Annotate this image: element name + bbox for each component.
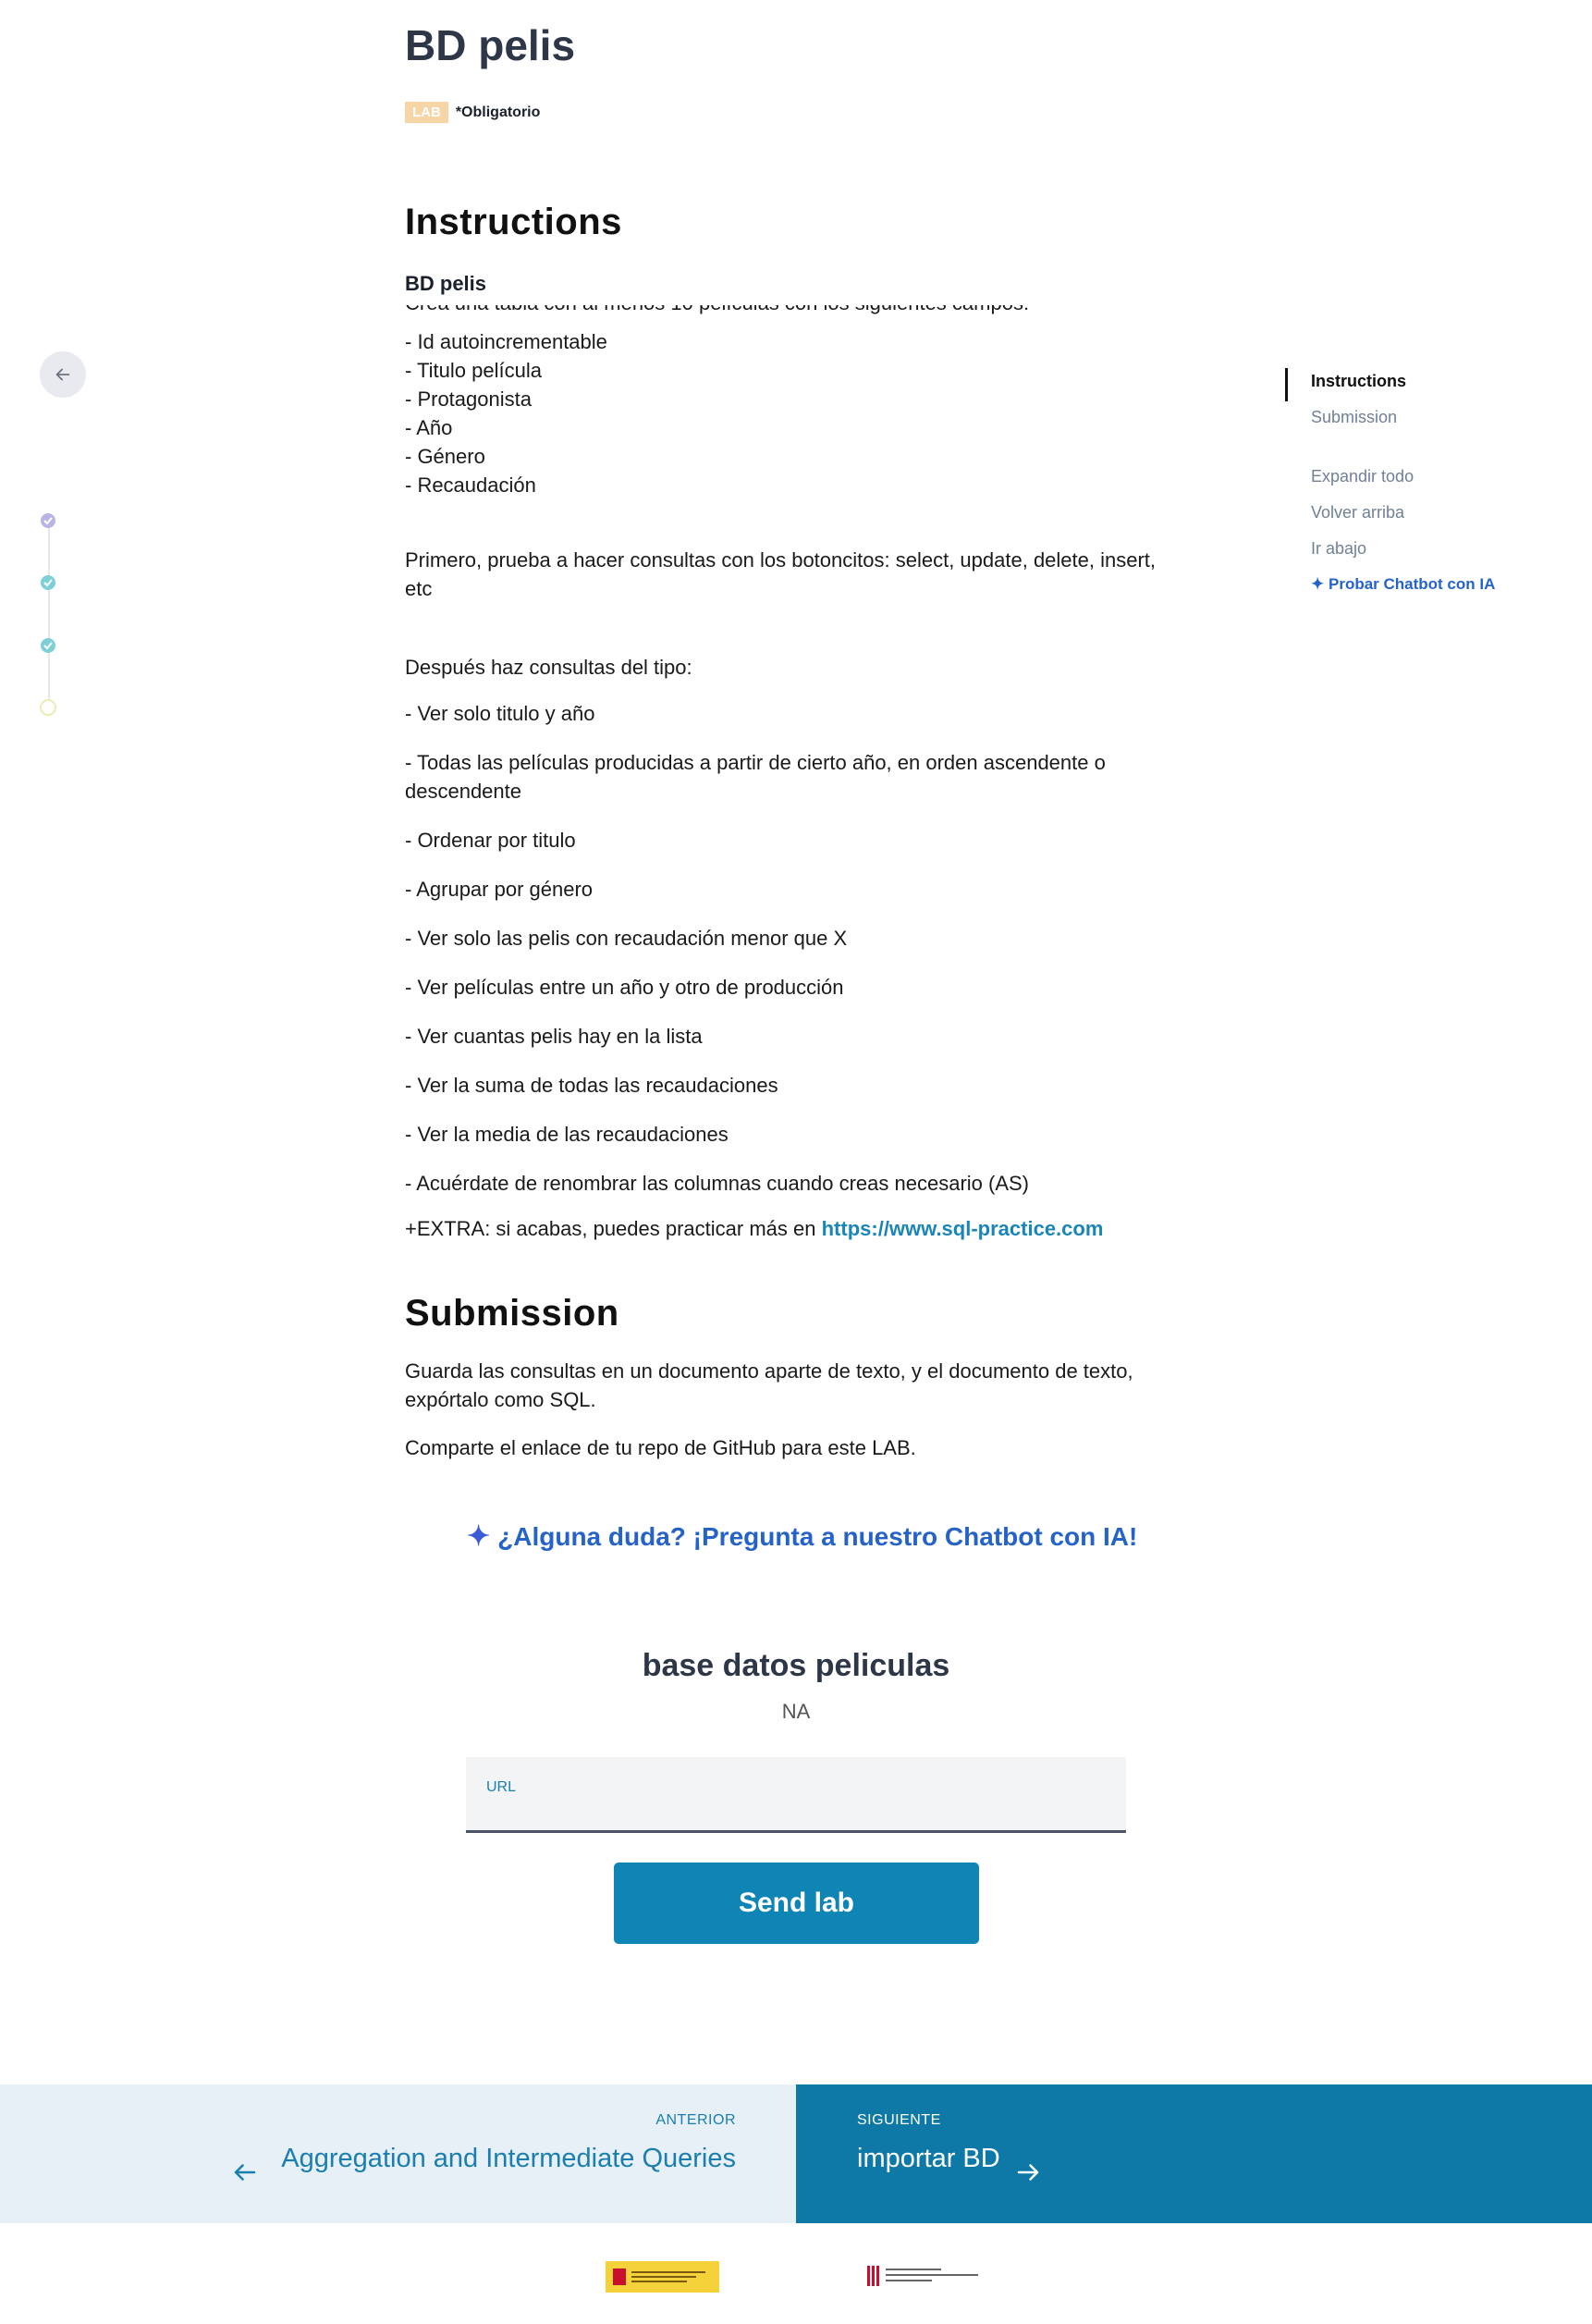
list-item: - Ver solo titulo y año <box>405 702 595 725</box>
submission-heading: Submission <box>405 1293 619 1334</box>
go-down-link[interactable]: Ir abajo <box>1311 539 1495 559</box>
project-value: NA <box>781 1700 811 1723</box>
project-title: base datos peliculas <box>642 1648 950 1683</box>
list-item: - Ordenar por titulo <box>405 829 576 852</box>
toc-active-indicator <box>1285 368 1288 401</box>
toc-item-submission[interactable]: Submission <box>1311 408 1406 427</box>
generalitat-logo <box>867 2262 997 2290</box>
list-item: - Id autoincrementable <box>405 330 607 353</box>
chatbot-cta-label: ¿Alguna duda? ¡Pregunta a nuestro Chatbo… <box>497 1521 1138 1551</box>
page-title: BD pelis <box>405 21 576 69</box>
arrow-left-icon <box>55 368 70 381</box>
table-of-contents: Instructions Submission <box>1311 372 1406 444</box>
expand-all-link[interactable]: Expandir todo <box>1311 467 1495 486</box>
sql-practice-link[interactable]: https://www.sql-practice.com <box>822 1217 1104 1240</box>
next-lesson-link[interactable]: SIGUIENTE importar BD <box>796 2084 1592 2223</box>
list-item: - Ver la media de las recaudaciones <box>405 1123 729 1146</box>
list-item: - Género <box>405 445 485 468</box>
submission-paragraph: Guarda las consultas en un documento apa… <box>405 1359 1133 1411</box>
list-item: - Año <box>405 416 453 439</box>
list-item: - Agrupar por género <box>405 878 594 901</box>
check-icon <box>41 638 55 653</box>
ministry-logo-graphic <box>606 2261 719 2293</box>
list-item: - Acuérdate de renombrar las columnas cu… <box>405 1172 1030 1195</box>
queries-list: - Ver solo titulo y año - Todas las pelí… <box>405 699 1172 1218</box>
send-lab-button[interactable]: Send lab <box>614 1863 979 1944</box>
sparkle-icon: ✦ <box>1311 575 1325 593</box>
fields-list: - Id autoincrementable - Titulo película… <box>405 327 607 499</box>
instructions-paragraph: Primero, prueba a hacer consultas con lo… <box>405 548 1157 600</box>
check-icon <box>41 513 55 528</box>
previous-lesson-link[interactable]: ANTERIOR Aggregation and Intermediate Qu… <box>0 2084 796 2223</box>
instructions-paragraph: Después haz consultas del tipo: <box>405 656 692 679</box>
extra-paragraph: +EXTRA: si acabas, puedes practicar más … <box>405 1214 1237 1243</box>
try-chatbot-label: Probar Chatbot con IA <box>1328 575 1496 593</box>
url-input[interactable] <box>486 1800 1100 1827</box>
back-to-top-link[interactable]: Volver arriba <box>1311 503 1495 523</box>
next-title: importar BD <box>857 2144 1000 2173</box>
arrow-left-icon <box>234 2164 256 2181</box>
list-item: - Titulo película <box>405 359 542 382</box>
badge-row: LAB *Obligatorio <box>405 102 540 123</box>
progress-step-pending[interactable] <box>40 699 56 716</box>
url-label: URL <box>486 1779 517 1795</box>
arrow-right-icon <box>1017 2164 1039 2181</box>
progress-step-complete[interactable] <box>40 637 56 654</box>
list-item: - Recaudación <box>405 473 536 497</box>
required-label: *Obligatorio <box>455 104 541 120</box>
list-item: - Todas las películas producidas a parti… <box>405 751 1106 803</box>
instructions-heading: Instructions <box>405 202 622 242</box>
instructions-subtitle: BD pelis <box>405 272 487 295</box>
list-item: - Ver solo las pelis con recaudación men… <box>405 927 848 950</box>
toc-actions: Expandir todo Volver arriba Ir abajo ✦ P… <box>1311 467 1495 610</box>
toc-item-instructions[interactable]: Instructions <box>1311 372 1406 391</box>
url-field[interactable]: URL <box>466 1757 1126 1833</box>
generalitat-logo-graphic <box>867 2266 978 2286</box>
list-item: - Ver películas entre un año y otro de p… <box>405 976 844 999</box>
ministry-logo <box>606 2261 719 2293</box>
clipped-text-line: Crea una tabla con al menos 10 películas… <box>405 305 1071 324</box>
previous-label: ANTERIOR <box>655 2112 736 2128</box>
extra-text: +EXTRA: si acabas, puedes practicar más … <box>405 1217 822 1240</box>
list-item: - Protagonista <box>405 387 532 411</box>
try-chatbot-link[interactable]: ✦ Probar Chatbot con IA <box>1311 575 1495 594</box>
previous-title: Aggregation and Intermediate Queries <box>281 2144 736 2173</box>
chatbot-cta-link[interactable]: ✦ ¿Alguna duda? ¡Pregunta a nuestro Chat… <box>467 1520 1137 1553</box>
progress-rail <box>48 520 50 708</box>
next-label: SIGUIENTE <box>857 2112 941 2128</box>
clipped-text: Crea una tabla con al menos 10 películas… <box>405 305 1071 315</box>
check-icon <box>41 575 55 590</box>
list-item: - Ver la suma de todas las recaudaciones <box>405 1074 778 1097</box>
sparkle-icon: ✦ <box>467 1521 491 1552</box>
list-item: - Ver cuantas pelis hay en la lista <box>405 1025 703 1048</box>
progress-step-complete[interactable] <box>40 574 56 591</box>
lab-badge: LAB <box>405 102 448 123</box>
submission-paragraph: Comparte el enlace de tu repo de GitHub … <box>405 1436 916 1459</box>
back-button[interactable] <box>40 351 86 398</box>
progress-step-complete[interactable] <box>40 512 56 529</box>
